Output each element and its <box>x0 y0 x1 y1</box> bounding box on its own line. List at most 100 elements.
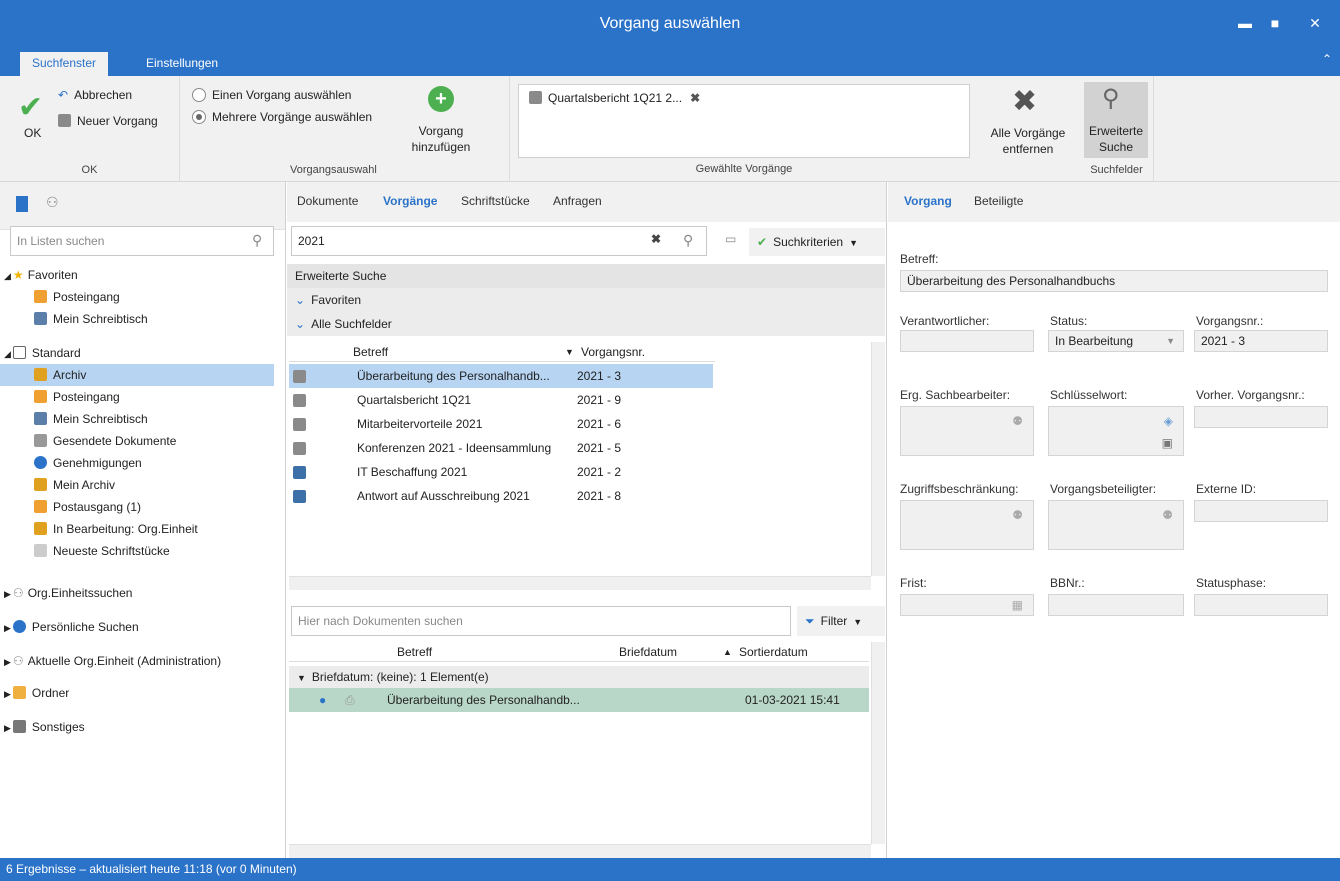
filter-button[interactable]: ⏷ Filter ▼ <box>797 606 885 636</box>
field-zugriff[interactable]: ⚉ <box>900 500 1034 550</box>
document-row[interactable]: ● ⎙ Überarbeitung des Personalhandb... 0… <box>289 688 869 712</box>
field-betreff[interactable]: Überarbeitung des Personalhandbuchs <box>900 270 1328 292</box>
table-row[interactable]: Konferenzen 2021 - Ideensammlung 2021 - 5 <box>289 436 713 460</box>
field-erg-sachbearbeiter[interactable]: ⚉ <box>900 406 1034 456</box>
tree-org-searches[interactable]: ▶ ⚇ Org.Einheitssuchen <box>0 582 274 604</box>
table-row[interactable]: Antwort auf Ausschreibung 2021 2021 - 8 <box>289 484 713 508</box>
remove-all-label-2[interactable]: entfernen <box>976 142 1080 156</box>
table-row[interactable]: IT Beschaffung 2021 2021 - 2 <box>289 460 713 484</box>
cancel-button[interactable]: ↶ Abbrechen <box>58 88 132 102</box>
sort-arrow-icon: ▼ <box>565 347 574 357</box>
remove-icon[interactable]: ✖ <box>690 91 700 105</box>
tree-std-schreibtisch[interactable]: Mein Schreibtisch <box>0 408 274 430</box>
maximize-button[interactable]: ■ <box>1262 10 1288 36</box>
field-beteiligter[interactable]: ⚉ <box>1048 500 1184 550</box>
radio-single[interactable]: Einen Vorgang auswählen <box>192 88 351 102</box>
people-icon[interactable]: ⚉ <box>1012 505 1023 525</box>
tree-std-mein-archiv[interactable]: Mein Archiv <box>0 474 274 496</box>
close-button[interactable]: ✕ <box>1302 10 1328 36</box>
tab-beteiligte[interactable]: Beteiligte <box>974 194 1023 208</box>
field-schluesselwort[interactable]: ◈ ▣ <box>1048 406 1184 456</box>
selected-case-chip[interactable]: Quartalsbericht 1Q21 2... ✖ <box>529 91 700 105</box>
search-icon[interactable]: ⚲ <box>683 232 693 249</box>
minimize-button[interactable]: ▬ <box>1232 10 1258 36</box>
tree-std-gesendet[interactable]: Gesendete Dokumente <box>0 430 274 452</box>
tree-favorites[interactable]: ◢ ★ Favoriten <box>0 264 274 286</box>
tree-std-neueste[interactable]: Neueste Schriftstücke <box>0 540 274 562</box>
selected-cases-box[interactable]: Quartalsbericht 1Q21 2... ✖ <box>518 84 970 158</box>
tree-fav-posteingang[interactable]: Posteingang <box>0 286 274 308</box>
document-grid-hscroll[interactable] <box>289 844 871 858</box>
tree-std-postausgang[interactable]: Postausgang (1) <box>0 496 274 518</box>
checkmark-icon: ✔ <box>757 235 768 249</box>
remove-all-icon[interactable]: ✖ <box>1012 84 1037 119</box>
tree-std-genehmigungen[interactable]: Genehmigungen <box>0 452 274 474</box>
case-search-input[interactable]: 2021 <box>291 226 707 256</box>
document-group-row[interactable]: ▼ Briefdatum: (keine): 1 Element(e) <box>289 666 869 688</box>
tab-vorgaenge[interactable]: Vorgänge <box>383 194 437 208</box>
document-icon[interactable] <box>16 196 28 212</box>
add-case-label-1[interactable]: Vorgang <box>406 124 476 138</box>
tree-std-posteingang[interactable]: Posteingang <box>0 386 274 408</box>
table-row[interactable]: Überarbeitung des Personalhandb... 2021 -… <box>289 364 713 388</box>
people-icon[interactable]: ⚉ <box>1162 505 1173 525</box>
remove-all-label-1[interactable]: Alle Vorgänge <box>976 126 1080 140</box>
add-icon[interactable]: + <box>428 86 454 112</box>
extended-search-button[interactable]: ⚲ Erweiterte Suche <box>1084 82 1148 158</box>
calendar-icon[interactable]: ▦ <box>1012 595 1023 615</box>
all-fields-section[interactable]: ⌄ Alle Suchfelder <box>287 312 885 336</box>
radio-multi[interactable]: Mehrere Vorgänge auswählen <box>192 110 372 124</box>
doc-col-betreff[interactable]: Betreff <box>397 642 432 662</box>
tree-current-org[interactable]: ▶ ⚇ Aktuelle Org.Einheit (Administration) <box>0 650 274 672</box>
tree-std-bearbeitung[interactable]: In Bearbeitung: Org.Einheit <box>0 518 274 540</box>
tab-dokumente[interactable]: Dokumente <box>297 194 358 208</box>
tab-vorgang[interactable]: Vorgang <box>904 194 952 208</box>
tree-personal-searches[interactable]: ▶ Persönliche Suchen <box>0 616 274 638</box>
save-icon[interactable]: ▭ <box>725 232 736 246</box>
case-grid-vscroll[interactable] <box>871 342 885 576</box>
doc-col-sortierdatum[interactable]: Sortierdatum <box>739 642 808 662</box>
tab-anfragen[interactable]: Anfragen <box>553 194 602 208</box>
table-row[interactable]: Quartalsbericht 1Q21 2021 - 9 <box>289 388 713 412</box>
col-header-vorgangsnr[interactable]: Vorgangsnr. <box>581 342 645 362</box>
new-case-button[interactable]: Neuer Vorgang <box>58 114 158 128</box>
tree-other[interactable]: ▶ Sonstiges <box>0 716 274 738</box>
field-vorher-vorgangsnr[interactable] <box>1194 406 1328 428</box>
search-icon[interactable]: ⚲ <box>252 232 262 249</box>
document-search-input[interactable]: Hier nach Dokumenten suchen <box>291 606 791 636</box>
clear-icon[interactable]: ✖ <box>651 232 661 246</box>
tree-folders[interactable]: ▶ Ordner <box>0 682 274 704</box>
field-status[interactable]: In Bearbeitung ▼ <box>1048 330 1184 352</box>
tab-einstellungen[interactable]: Einstellungen <box>134 52 230 76</box>
field-externe-id[interactable] <box>1194 500 1328 522</box>
doc-col-briefdatum[interactable]: Briefdatum <box>619 642 677 662</box>
field-statusphase[interactable] <box>1194 594 1328 616</box>
list-search-input[interactable]: In Listen suchen <box>10 226 274 256</box>
document-grid-vscroll[interactable] <box>871 642 885 844</box>
favorites-label: Favoriten <box>311 293 362 307</box>
add-case-label-2[interactable]: hinzufügen <box>406 140 476 154</box>
field-vorgangsnr[interactable]: 2021 - 3 <box>1194 330 1328 352</box>
tree-fav-schreibtisch[interactable]: Mein Schreibtisch <box>0 308 274 330</box>
search-criteria-button[interactable]: ✔ Suchkriterien ▼ <box>749 228 885 256</box>
field-frist[interactable]: ▦ <box>900 594 1034 616</box>
tree-std-archiv[interactable]: Archiv <box>0 364 274 386</box>
tree-standard[interactable]: ◢ Standard <box>0 342 274 364</box>
hierarchy-icon[interactable]: ⚇ <box>46 194 59 211</box>
table-row[interactable]: Mitarbeitervorteile 2021 2021 - 6 <box>289 412 713 436</box>
case-grid-hscroll[interactable] <box>289 576 871 590</box>
edit-icon[interactable]: ▣ <box>1162 433 1173 453</box>
col-header-betreff[interactable]: Betreff <box>353 342 388 362</box>
checkmark-icon[interactable]: ✔ <box>18 90 43 125</box>
field-bbnr[interactable] <box>1048 594 1184 616</box>
people-icon[interactable]: ⚉ <box>1012 411 1023 431</box>
radio-circle <box>192 110 206 124</box>
extended-search-bar[interactable]: Erweiterte Suche <box>287 264 885 288</box>
chevron-up-icon[interactable]: ⌃ <box>1322 52 1332 66</box>
ok-button[interactable]: OK <box>24 126 41 140</box>
tag-icon[interactable]: ◈ <box>1164 411 1173 431</box>
field-verantwortlicher[interactable] <box>900 330 1034 352</box>
tab-suchfenster[interactable]: Suchfenster <box>20 52 109 76</box>
tab-schriftstuecke[interactable]: Schriftstücke <box>461 194 530 208</box>
favorites-section[interactable]: ⌄ Favoriten <box>287 288 885 312</box>
